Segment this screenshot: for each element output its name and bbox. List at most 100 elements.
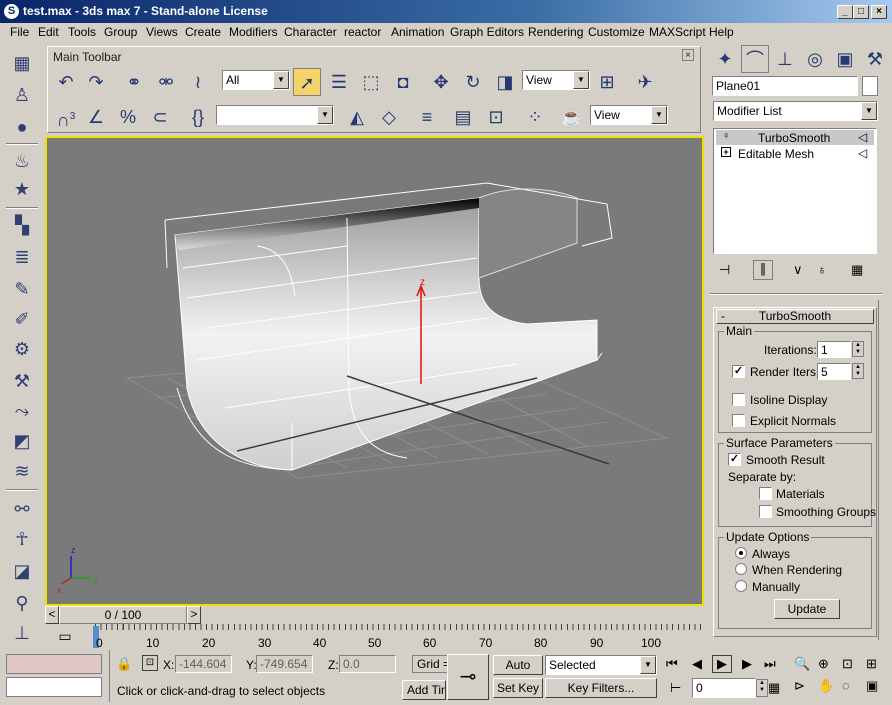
set-key-icon[interactable]: ⊸ — [447, 654, 489, 700]
create-tab-icon[interactable]: ✦ — [711, 45, 739, 73]
pivot-center-icon[interactable]: ⊞ — [593, 68, 621, 96]
render-iters-input[interactable]: 5 — [817, 363, 851, 380]
object-color-swatch[interactable] — [862, 76, 878, 96]
handle-icon[interactable]: ⊥ — [9, 621, 35, 645]
key-filter-dropdown[interactable]: Selected ▼ — [545, 655, 657, 675]
render-type-dropdown[interactable]: View ▼ — [590, 105, 668, 125]
maximize-button[interactable]: □ — [853, 5, 869, 19]
zoom-all-icon[interactable]: ⊕ — [818, 656, 829, 672]
material-editor-icon[interactable]: ⁘ — [521, 103, 549, 131]
menu-file[interactable]: File — [10, 25, 29, 39]
configure-sets-icon[interactable]: ▦ — [851, 262, 863, 278]
make-unique-icon[interactable]: ∨ — [793, 262, 803, 278]
stack-icon[interactable]: ≣ — [9, 245, 35, 269]
pin-stack-icon[interactable]: ⊣ — [719, 262, 730, 278]
menu-character[interactable]: Character — [284, 25, 337, 39]
go-to-end-icon[interactable]: ⏭ — [764, 656, 776, 672]
sphere-icon[interactable]: ● — [9, 115, 35, 139]
stack-item-editable-mesh[interactable]: + Editable Mesh ◁ — [716, 146, 874, 161]
undo-icon[interactable]: ↶ — [52, 68, 80, 96]
track-bar[interactable]: ▭ 0 10 20 30 40 50 60 70 80 90 100 — [45, 624, 705, 650]
rollout-header[interactable]: - TurboSmooth — [716, 309, 874, 324]
snap-toggle-icon[interactable]: ∩3 — [52, 103, 80, 131]
auto-key-button[interactable]: Auto Key — [493, 655, 543, 690]
toolbar-titlebar[interactable]: Main Toolbar × — [50, 49, 698, 65]
motion-tab-icon[interactable]: ◎ — [801, 45, 829, 73]
menu-group[interactable]: Group — [104, 25, 137, 39]
gear-icon[interactable]: ⚙ — [9, 337, 35, 361]
biped-icon[interactable]: ☥ — [9, 527, 35, 551]
link-icon[interactable]: ⚯ — [9, 497, 35, 521]
modifier-list-dropdown[interactable]: Modifier List ▼ — [713, 101, 878, 121]
minimize-button[interactable]: _ — [837, 5, 853, 19]
pan-icon[interactable]: ✋ — [818, 678, 834, 694]
menu-maxscript[interactable]: MAXScript — [649, 25, 706, 39]
close-button[interactable]: × — [871, 5, 887, 19]
panel-scrollbar[interactable] — [878, 300, 888, 640]
time-next-button[interactable]: > — [187, 606, 201, 624]
maximize-viewport-icon[interactable]: ▣ — [866, 678, 878, 694]
remove-modifier-icon[interactable]: ♁ — [817, 262, 827, 277]
z-coordinate-field[interactable]: 0.0 — [339, 655, 396, 673]
scale-icon[interactable]: ◨ — [491, 68, 519, 96]
menu-views[interactable]: Views — [146, 25, 178, 39]
menu-edit[interactable]: Edit — [38, 25, 59, 39]
previous-frame-icon[interactable]: ◀ — [692, 656, 702, 672]
menu-modifiers[interactable]: Modifiers — [229, 25, 278, 39]
menu-help[interactable]: Help — [709, 25, 734, 39]
utilities-tab-icon[interactable]: ⚒ — [861, 45, 889, 73]
absolute-mode-icon[interactable]: ⊡ — [142, 655, 158, 671]
mini-curve-editor-icon[interactable]: ▭ — [55, 628, 75, 644]
align-icon[interactable]: ◇ — [375, 103, 403, 131]
redo-icon[interactable]: ↷ — [82, 68, 110, 96]
menu-customize[interactable]: Customize — [588, 25, 645, 39]
paint-icon[interactable]: ✐ — [9, 307, 35, 331]
next-frame-icon[interactable]: ▶ — [742, 656, 752, 672]
iterations-input[interactable]: 1 — [817, 341, 851, 358]
wave-icon[interactable]: ≋ — [9, 459, 35, 483]
select-object-icon[interactable]: ➚ — [293, 68, 321, 96]
materials-checkbox[interactable] — [759, 487, 772, 500]
lock-selection-icon[interactable]: 🔒 — [116, 656, 132, 672]
modify-tab-icon[interactable]: ⌒ — [741, 45, 769, 73]
display-tab-icon[interactable]: ▣ — [831, 45, 859, 73]
time-slider[interactable]: 0 / 100 — [59, 606, 187, 624]
set-key-button[interactable]: Set Key — [493, 678, 543, 698]
update-button[interactable]: Update — [774, 599, 840, 619]
cloth-icon[interactable]: ◪ — [9, 559, 35, 583]
time-config-icon[interactable]: ▦ — [768, 680, 780, 696]
maxscript-listener-mini[interactable] — [6, 654, 102, 674]
move-icon[interactable]: ✥ — [427, 68, 455, 96]
fish-icon[interactable]: ⤳ — [9, 399, 35, 423]
time-prev-button[interactable]: < — [45, 606, 59, 624]
manipulate-icon[interactable]: ✈ — [631, 68, 659, 96]
current-frame-spinner[interactable]: ▲ ▼ — [756, 679, 768, 697]
show-end-result-icon[interactable]: ∥ — [753, 260, 773, 280]
menu-rendering[interactable]: Rendering — [528, 25, 583, 39]
arc-rotate-icon[interactable]: ◌ — [842, 678, 850, 693]
manually-radio[interactable] — [735, 580, 747, 592]
zoom-extents-all-icon[interactable]: ⊞ — [866, 656, 877, 672]
expand-icon[interactable]: + — [721, 147, 731, 157]
rect-selection-icon[interactable]: ⬚ — [357, 68, 385, 96]
isoline-display-checkbox[interactable] — [732, 393, 745, 406]
select-by-name-icon[interactable]: ☰ — [325, 68, 353, 96]
layer-manager-icon[interactable]: ≡ — [413, 103, 441, 131]
bind-space-warp-icon[interactable]: ≀ — [184, 68, 212, 96]
render-iters-checkbox[interactable]: ✓ — [732, 365, 745, 378]
key-mode-icon[interactable]: ⊢ — [670, 680, 681, 696]
menu-tools[interactable]: Tools — [68, 25, 96, 39]
always-radio[interactable] — [735, 547, 747, 559]
smoothing-groups-checkbox[interactable] — [759, 505, 772, 518]
iterations-spinner[interactable]: ▲ ▼ — [852, 341, 864, 357]
brush-icon[interactable]: ✎ — [9, 277, 35, 301]
field-of-view-icon[interactable]: ⊳ — [794, 678, 805, 694]
curve-editor-icon[interactable]: ▤ — [449, 103, 477, 131]
create-box-icon[interactable]: ▦ — [9, 51, 35, 75]
rotate-icon[interactable]: ↻ — [459, 68, 487, 96]
edit-named-selection-icon[interactable]: {} — [184, 103, 212, 131]
spotlight-icon[interactable]: ♨ — [9, 149, 35, 173]
y-coordinate-field[interactable]: -749.654 — [256, 655, 313, 673]
smooth-result-checkbox[interactable]: ✓ — [728, 453, 741, 466]
when-rendering-radio[interactable] — [735, 563, 747, 575]
